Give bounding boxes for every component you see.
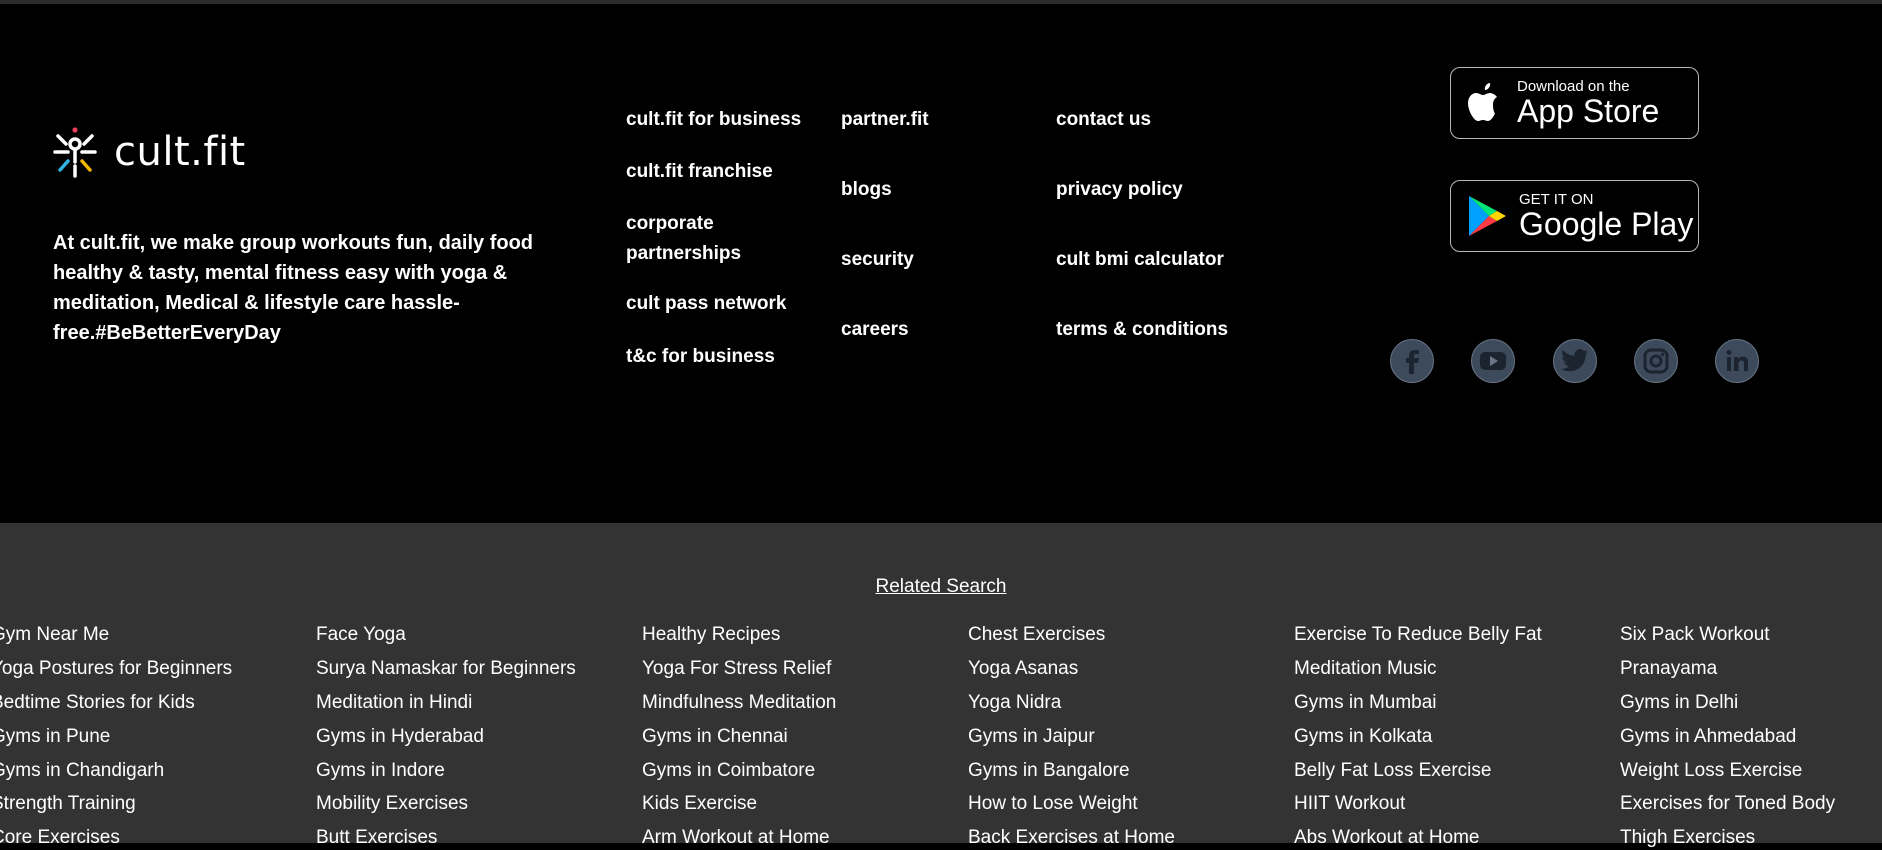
app-store-button[interactable]: Download on the App Store bbox=[1450, 67, 1699, 139]
related-link[interactable]: Face Yoga bbox=[316, 623, 406, 647]
related-search-section: Related Search Gym Near Me Yoga Postures… bbox=[0, 523, 1882, 848]
link-careers[interactable]: careers bbox=[841, 315, 909, 345]
site-footer: cult.fit At cult.fit, we make group work… bbox=[0, 4, 1882, 523]
brand-logo[interactable]: cult.fit bbox=[52, 126, 246, 178]
related-link[interactable]: Bedtime Stories for Kids bbox=[0, 691, 195, 715]
instagram-icon[interactable] bbox=[1634, 339, 1678, 383]
related-link[interactable]: Gyms in Bangalore bbox=[968, 759, 1130, 783]
related-link[interactable]: Gyms in Coimbatore bbox=[642, 759, 815, 783]
brand-name: cult.fit bbox=[114, 129, 246, 175]
google-play-button[interactable]: GET IT ON Google Play bbox=[1450, 180, 1699, 252]
related-link[interactable]: Surya Namaskar for Beginners bbox=[316, 657, 576, 681]
related-link[interactable]: Abs Workout at Home bbox=[1294, 826, 1480, 850]
related-link[interactable]: Arm Workout at Home bbox=[642, 826, 830, 850]
related-link[interactable]: Gyms in Kolkata bbox=[1294, 725, 1432, 749]
related-link[interactable]: Meditation Music bbox=[1294, 657, 1437, 681]
related-link[interactable]: HIIT Workout bbox=[1294, 792, 1405, 816]
related-link[interactable]: Yoga Nidra bbox=[968, 691, 1061, 715]
link-cultfit-franchise[interactable]: cult.fit franchise bbox=[626, 157, 773, 187]
related-link[interactable]: Weight Loss Exercise bbox=[1620, 759, 1802, 783]
related-link[interactable]: Six Pack Workout bbox=[1620, 623, 1770, 647]
related-link[interactable]: Thigh Exercises bbox=[1620, 826, 1755, 850]
link-blogs[interactable]: blogs bbox=[841, 175, 892, 205]
related-link[interactable]: Belly Fat Loss Exercise bbox=[1294, 759, 1491, 783]
related-link[interactable]: Exercises for Toned Body bbox=[1620, 792, 1835, 816]
youtube-icon[interactable] bbox=[1471, 339, 1515, 383]
facebook-icon[interactable] bbox=[1390, 339, 1434, 383]
related-link[interactable]: Gyms in Chandigarh bbox=[0, 759, 164, 783]
link-partner-fit[interactable]: partner.fit bbox=[841, 105, 929, 135]
brand-tagline: At cult.fit, we make group workouts fun,… bbox=[53, 232, 534, 344]
related-link[interactable]: Gyms in Mumbai bbox=[1294, 691, 1437, 715]
related-link[interactable]: Gyms in Pune bbox=[0, 725, 110, 749]
related-link[interactable]: Mindfulness Meditation bbox=[642, 691, 836, 715]
link-bmi-calculator[interactable]: cult bmi calculator bbox=[1056, 245, 1224, 275]
apple-icon bbox=[1468, 83, 1497, 121]
related-link[interactable]: Gyms in Indore bbox=[316, 759, 445, 783]
related-link[interactable]: Back Exercises at Home bbox=[968, 826, 1175, 850]
link-cultfit-business[interactable]: cult.fit for business bbox=[626, 105, 801, 135]
google-play-icon bbox=[1469, 196, 1506, 236]
related-link[interactable]: Yoga For Stress Relief bbox=[642, 657, 831, 681]
related-link[interactable]: Meditation in Hindi bbox=[316, 691, 472, 715]
link-cult-pass-network[interactable]: cult pass network bbox=[626, 289, 787, 319]
google-play-big-text: Google Play bbox=[1519, 206, 1694, 242]
related-link[interactable]: Gyms in Chennai bbox=[642, 725, 788, 749]
related-link[interactable]: Butt Exercises bbox=[316, 826, 437, 850]
link-corporate-partnerships[interactable]: corporate partnerships bbox=[626, 209, 806, 269]
related-link[interactable]: Mobility Exercises bbox=[316, 792, 468, 816]
related-link[interactable]: Gyms in Ahmedabad bbox=[1620, 725, 1796, 749]
app-store-big-text: App Store bbox=[1517, 93, 1660, 129]
related-link[interactable]: Kids Exercise bbox=[642, 792, 757, 816]
related-link[interactable]: Gyms in Jaipur bbox=[968, 725, 1095, 749]
related-link[interactable]: Pranayama bbox=[1620, 657, 1717, 681]
app-store-small-text: Download on the bbox=[1517, 78, 1630, 95]
related-search-title[interactable]: Related Search bbox=[0, 576, 1882, 598]
related-link[interactable]: Strength Training bbox=[0, 792, 136, 816]
related-link[interactable]: Healthy Recipes bbox=[642, 623, 780, 647]
related-link[interactable]: Yoga Asanas bbox=[968, 657, 1078, 681]
cult-logo-icon bbox=[53, 127, 97, 178]
link-privacy-policy[interactable]: privacy policy bbox=[1056, 175, 1183, 205]
related-link[interactable]: Exercise To Reduce Belly Fat bbox=[1294, 623, 1542, 647]
link-security[interactable]: security bbox=[841, 245, 914, 275]
related-link[interactable]: Gyms in Delhi bbox=[1620, 691, 1738, 715]
linkedin-icon[interactable] bbox=[1715, 339, 1759, 383]
related-link[interactable]: Yoga Postures for Beginners bbox=[0, 657, 232, 681]
twitter-icon[interactable] bbox=[1553, 339, 1597, 383]
link-terms-conditions[interactable]: terms & conditions bbox=[1056, 315, 1228, 345]
link-tc-business[interactable]: t&c for business bbox=[626, 342, 775, 372]
google-play-small-text: GET IT ON bbox=[1519, 191, 1594, 208]
related-link[interactable]: How to Lose Weight bbox=[968, 792, 1138, 816]
related-link[interactable]: Chest Exercises bbox=[968, 623, 1105, 647]
related-link[interactable]: Gym Near Me bbox=[0, 623, 109, 647]
link-contact-us[interactable]: contact us bbox=[1056, 105, 1151, 135]
related-link[interactable]: Core Exercises bbox=[0, 826, 120, 850]
related-link[interactable]: Gyms in Hyderabad bbox=[316, 725, 484, 749]
